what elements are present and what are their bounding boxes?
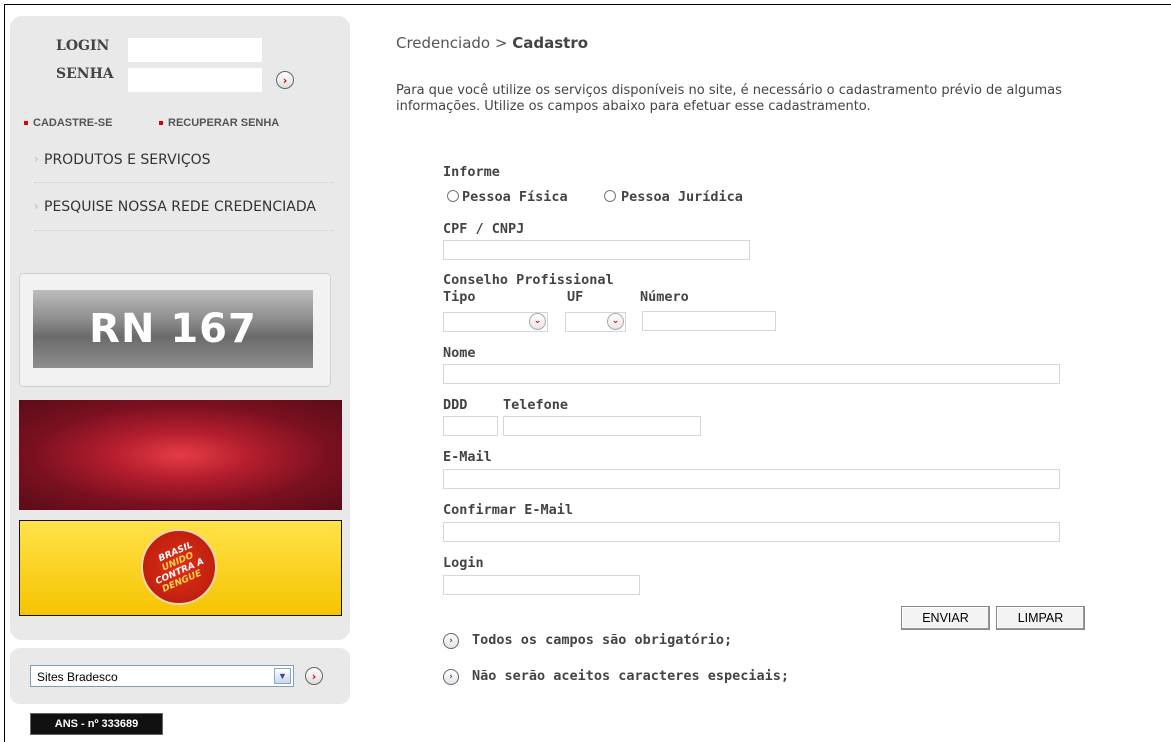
radio-pessoa-juridica[interactable] <box>604 190 616 202</box>
dengue-banner[interactable]: BRASIL UNIDO CONTRA A DENGUE <box>19 520 342 616</box>
login-field-label: Login <box>443 555 484 571</box>
note-required: Todos os campos são obrigatório; <box>472 632 733 648</box>
cpf-cnpj-input[interactable] <box>443 240 750 260</box>
password-input[interactable] <box>128 68 262 92</box>
intro-text: Para que você utilize os serviços dispon… <box>396 83 1062 114</box>
telefone-label: Telefone <box>503 397 569 413</box>
login-label: LOGIN <box>56 38 110 54</box>
breadcrumb-parent: Credenciado <box>396 34 491 52</box>
menu-divider <box>34 182 334 183</box>
bullet-icon <box>24 121 28 126</box>
ans-badge: ANS - nº 333689 <box>30 713 163 735</box>
radio-pessoa-fisica[interactable] <box>447 190 459 202</box>
password-label: SENHA <box>56 66 114 82</box>
recover-password-link[interactable]: RECUPERAR SENHA <box>159 117 279 129</box>
informe-label: Informe <box>443 164 500 180</box>
dengue-seal-logo: BRASIL UNIDO CONTRA A DENGUE <box>141 529 217 605</box>
chevron-right-icon: › <box>34 199 39 213</box>
breadcrumb: Credenciado > Cadastro <box>396 34 588 52</box>
login-submit-button[interactable]: › <box>276 71 294 89</box>
info-bullet-icon: › <box>443 633 459 649</box>
menu-item-produtos[interactable]: › PRODUTOS E SERVIÇOS <box>10 152 350 182</box>
bullet-icon <box>159 121 163 126</box>
send-button[interactable]: ENVIAR <box>901 606 990 630</box>
arrow-right-icon: › <box>311 669 317 683</box>
breadcrumb-current: Cadastro <box>512 34 589 52</box>
cpf-cnpj-label: CPF / CNPJ <box>443 221 525 237</box>
nome-label: Nome <box>443 345 476 361</box>
rn167-banner-frame[interactable]: RN 167 <box>19 273 331 387</box>
breadcrumb-separator: > <box>494 34 508 52</box>
council-label: Conselho Profissional <box>443 272 614 288</box>
sites-go-button[interactable]: › <box>305 667 323 685</box>
rn167-banner[interactable]: RN 167 <box>33 290 313 368</box>
email-label: E-Mail <box>443 449 492 465</box>
login-input[interactable] <box>128 38 262 62</box>
login-field-input[interactable] <box>443 575 640 595</box>
uf-select[interactable]: ⌄ <box>565 312 626 332</box>
uf-label: UF <box>567 289 584 305</box>
telefone-input[interactable] <box>503 416 701 436</box>
numero-input[interactable] <box>642 311 776 331</box>
register-link[interactable]: CADASTRE-SE <box>24 117 112 129</box>
confirm-email-input[interactable] <box>443 522 1060 542</box>
menu-divider <box>34 230 334 231</box>
tipo-label: Tipo <box>443 289 476 305</box>
pessoa-juridica-label[interactable]: Pessoa Jurídica <box>621 189 743 205</box>
tipo-select[interactable]: ⌄ <box>443 312 548 332</box>
info-bullet-icon: › <box>443 669 459 685</box>
arrow-right-icon: › <box>282 73 288 87</box>
pessoa-fisica-label[interactable]: Pessoa Física <box>462 189 568 205</box>
chevron-down-icon[interactable]: ⌄ <box>529 313 546 330</box>
sites-select[interactable]: Sites Bradesco ▼ <box>30 665 294 687</box>
chevron-down-icon[interactable]: ⌄ <box>607 313 624 330</box>
ddd-label: DDD <box>443 397 468 413</box>
nome-input[interactable] <box>443 364 1060 384</box>
chevron-right-icon: › <box>34 152 39 166</box>
promo-banner[interactable] <box>19 400 342 510</box>
clear-button[interactable]: LIMPAR <box>996 606 1085 630</box>
dropdown-arrow-icon[interactable]: ▼ <box>274 668 291 684</box>
email-input[interactable] <box>443 469 1060 489</box>
menu-item-rede-credenciada[interactable]: › PESQUISE NOSSA REDE CREDENCIADA <box>10 199 350 229</box>
ddd-input[interactable] <box>443 416 498 436</box>
confirm-email-label: Confirmar E-Mail <box>443 502 574 518</box>
note-special-chars: Não serão aceitos caracteres especiais; <box>472 668 789 684</box>
numero-label: Número <box>640 289 689 305</box>
